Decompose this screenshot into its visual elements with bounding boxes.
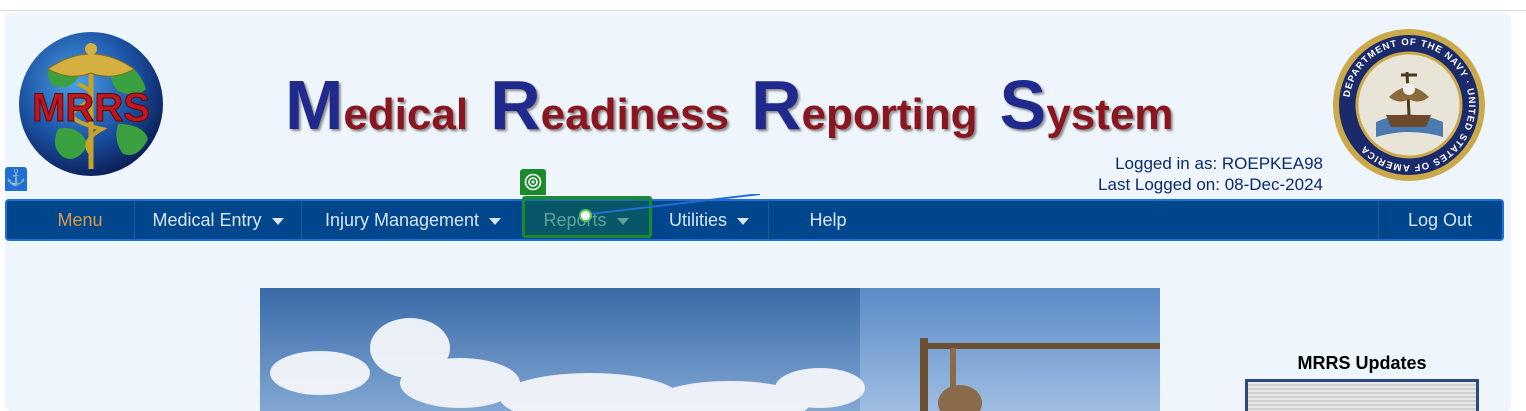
chevron-down-icon	[737, 217, 749, 225]
cursor-icon	[579, 209, 592, 222]
page-title: Medical Readiness Reporting System	[285, 65, 1173, 145]
title-cap-3: R	[750, 66, 802, 144]
logo-text: MRRS	[32, 86, 150, 130]
logged-in-as: Logged in as: ROEPKEA98	[1115, 154, 1323, 173]
login-info: Logged in as: ROEPKEA98 Last Logged on: …	[1098, 153, 1323, 195]
chevron-down-icon	[271, 217, 284, 225]
page-container: MRRS Medical Readiness Reporting System DEP…	[5, 13, 1511, 411]
updates-title: MRRS Updates	[1297, 353, 1427, 373]
hero-image	[260, 288, 1160, 411]
logout-label: Log Out	[1407, 209, 1473, 230]
title-cap-1: M	[285, 66, 344, 144]
navy-seal: DEPARTMENT OF THE NAVY · UNITED STATES O…	[1333, 29, 1485, 181]
title-rest-2: eadiness	[540, 90, 729, 139]
title-cap-4: S	[999, 66, 1047, 144]
cursor-trail	[590, 194, 760, 215]
nav-item-label: Help	[809, 209, 847, 230]
last-logged-on: Last Logged on: 08-Dec-2024	[1098, 175, 1323, 194]
nav-item-help[interactable]: Help	[768, 201, 887, 239]
nav-item-menu[interactable]: Menu	[27, 201, 133, 239]
nav-item-medical-entry[interactable]: Medical Entry	[134, 201, 301, 239]
mrrs-logo: MRRS	[19, 32, 163, 176]
nav-item-label: Injury Management	[324, 209, 480, 230]
nav-item-label: Menu	[57, 209, 103, 230]
target-icon	[520, 169, 546, 195]
title-rest-4: ystem	[1046, 90, 1174, 139]
title-rest-3: eporting	[801, 90, 978, 139]
title-rest-1: edical	[343, 90, 469, 139]
title-cap-2: R	[490, 66, 541, 144]
chevron-down-icon	[489, 217, 502, 225]
logout-button[interactable]: Log Out	[1378, 201, 1501, 239]
nav-item-label: Medical Entry	[152, 209, 262, 230]
nav-item-injury-management[interactable]: Injury Management	[301, 201, 524, 239]
updates-panel[interactable]	[1245, 379, 1479, 411]
anchor-icon: ⚓	[5, 167, 27, 191]
browser-top-strip	[0, 0, 1526, 11]
